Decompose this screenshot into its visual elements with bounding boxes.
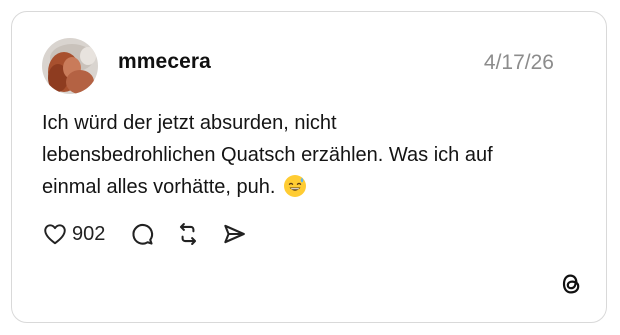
comment-bubble-icon: [129, 221, 155, 247]
post-text-line-1: Ich würd der jetzt absurden, nicht: [42, 112, 337, 134]
share-button[interactable]: [221, 221, 247, 247]
avatar[interactable]: [42, 38, 98, 94]
avatar-image: [42, 38, 98, 94]
reply-button[interactable]: [129, 221, 155, 247]
action-bar: 902: [42, 219, 247, 249]
heart-icon: [42, 221, 68, 247]
username[interactable]: mmecera: [118, 50, 211, 74]
post-date: 4/17/26: [483, 51, 554, 74]
grinning-face-with-sweat-icon: [283, 174, 307, 208]
post-text-line-3: einmal alles vorhätte, puh.: [42, 171, 582, 208]
post-text-line-3-text: einmal alles vorhätte, puh.: [42, 176, 276, 198]
repost-arrows-icon: [175, 221, 201, 247]
threads-logo-icon[interactable]: [558, 270, 584, 298]
repost-button[interactable]: [175, 221, 201, 247]
post-text: Ich würd der jetzt absurden, nicht leben…: [42, 107, 582, 208]
like-button[interactable]: 902: [42, 221, 105, 247]
send-icon: [221, 221, 247, 247]
post-text-line-2: lebensbedrohlichen Quatsch erzählen. Was…: [42, 144, 493, 166]
like-count: 902: [72, 222, 106, 245]
threads-post-card[interactable]: mmecera 4/17/26 Ich würd der jetzt absur…: [11, 11, 607, 323]
